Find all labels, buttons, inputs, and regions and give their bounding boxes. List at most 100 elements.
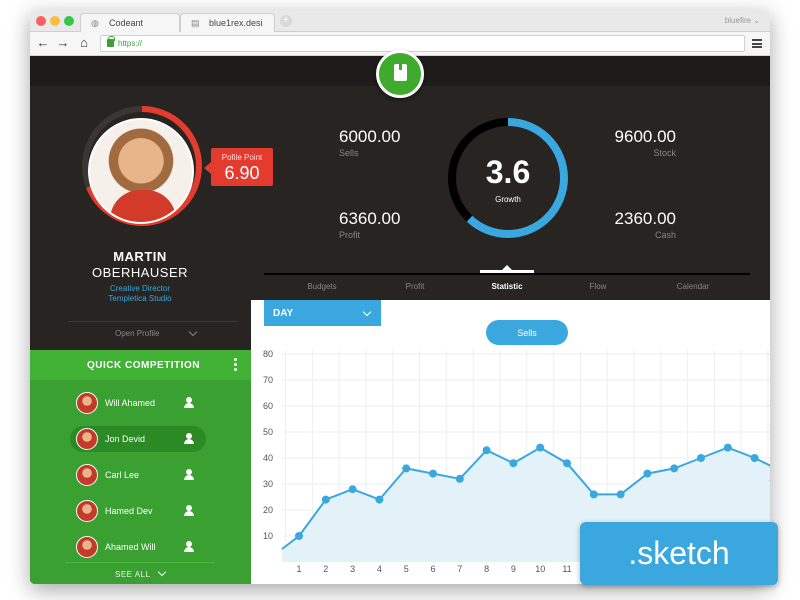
see-all-label: SEE ALL	[115, 570, 151, 579]
period-dropdown[interactable]: DAY	[264, 300, 381, 326]
data-point	[348, 485, 357, 494]
data-point	[616, 490, 625, 499]
dashboard-app: Pofile Point 6.90 MARTIN OBERHAUSER Crea…	[30, 50, 770, 584]
open-profile-button[interactable]: Open Profile	[68, 321, 238, 341]
quick-competition-panel: QUICK COMPETITION Will Ahamed Jon Devid …	[30, 350, 251, 584]
lock-icon	[107, 36, 115, 47]
competitor-item[interactable]: Carl Lee	[70, 462, 206, 488]
profile-studio[interactable]: Templetica Studio	[70, 294, 210, 303]
url-input[interactable]: https://	[100, 35, 745, 52]
document-icon	[394, 64, 407, 81]
growth-value: 3.6	[485, 154, 531, 190]
cash-label: Cash	[654, 230, 676, 240]
sells-series-button[interactable]: Sells	[486, 320, 568, 345]
home-icon[interactable]: ⌂	[77, 36, 91, 50]
active-tab-caret	[501, 265, 513, 271]
browser-profile[interactable]: bluefire ⌄	[725, 16, 760, 25]
see-all-button[interactable]: SEE ALL	[65, 562, 215, 584]
y-tick-label: 80	[263, 349, 273, 359]
minimize-window-button[interactable]	[50, 16, 60, 26]
stock-value: 9600.00	[614, 127, 676, 146]
x-tick-label: 7	[457, 564, 462, 574]
user-icon[interactable]	[184, 505, 194, 516]
user-icon[interactable]	[184, 469, 194, 480]
x-tick-label: 1	[296, 564, 301, 574]
open-profile-label: Open Profile	[115, 329, 160, 338]
chevron-down-icon	[362, 307, 372, 317]
avatar	[76, 428, 98, 450]
x-tick-label: 5	[404, 564, 409, 574]
period-dropdown-value: DAY	[273, 308, 294, 319]
y-tick-label: 40	[263, 453, 273, 463]
back-arrow-icon[interactable]: ←	[36, 36, 50, 50]
data-point	[723, 443, 732, 452]
data-point	[643, 469, 652, 478]
competitor-item[interactable]: Will Ahamed	[70, 390, 206, 416]
data-point	[402, 464, 411, 473]
more-options-icon[interactable]	[234, 358, 237, 372]
data-point	[455, 474, 464, 483]
close-window-button[interactable]	[36, 16, 46, 26]
competitor-name: Carl Lee	[105, 470, 140, 480]
x-tick-label: 6	[430, 564, 435, 574]
browser-window: ◍ Codeant ▤ blue1rex.desi + bluefire ⌄ ←…	[30, 10, 770, 584]
user-icon[interactable]	[184, 397, 194, 408]
data-point	[375, 495, 384, 504]
data-point	[750, 454, 759, 462]
data-point	[589, 490, 598, 499]
browser-tab-2[interactable]: ▤ blue1rex.desi	[180, 13, 275, 32]
user-icon[interactable]	[184, 433, 194, 444]
y-tick-label: 10	[263, 531, 273, 541]
data-point	[482, 446, 491, 455]
competitor-name: Will Ahamed	[105, 398, 156, 408]
browser-tab-bar: ◍ Codeant ▤ blue1rex.desi + bluefire ⌄	[30, 10, 770, 32]
avatar	[76, 464, 98, 486]
browser-tab-title: Codeant	[109, 18, 144, 28]
document-action-button[interactable]	[376, 50, 424, 98]
avatar	[76, 500, 98, 522]
sells-value: 6000.00	[339, 127, 401, 146]
profile-point-value: 6.90	[224, 163, 260, 183]
data-point	[509, 459, 518, 468]
profile-point-badge: Pofile Point 6.90	[204, 148, 273, 186]
data-point	[670, 464, 679, 473]
competitor-item[interactable]: Hamed Dev	[70, 498, 206, 524]
tab-budgets[interactable]: Budgets	[282, 282, 362, 291]
chevron-down-icon	[188, 327, 198, 337]
profile-point-label: Pofile Point	[221, 153, 263, 162]
user-icon[interactable]	[184, 541, 194, 552]
profile-last-name: OBERHAUSER	[91, 265, 189, 280]
y-tick-label: 30	[263, 479, 273, 489]
profile-role[interactable]: Creative Director	[70, 284, 210, 293]
quick-competition-title: QUICK COMPETITION	[87, 360, 200, 371]
y-tick-label: 70	[263, 375, 273, 385]
competitor-item[interactable]: Ahamed Will	[70, 534, 206, 560]
tab-calendar[interactable]: Calendar	[653, 282, 733, 291]
cash-value: 2360.00	[614, 209, 676, 228]
profile-first-name: MARTIN	[113, 249, 167, 264]
profit-value: 6360.00	[339, 209, 401, 228]
browser-tab-title: blue1rex.desi	[209, 18, 263, 28]
hamburger-menu-icon[interactable]	[752, 39, 762, 48]
data-point	[697, 454, 705, 462]
forward-arrow-icon[interactable]: →	[56, 36, 70, 50]
competitor-name: Jon Devid	[105, 434, 146, 444]
maximize-window-button[interactable]	[64, 16, 74, 26]
globe-icon: ◍	[91, 18, 99, 28]
avatar	[76, 536, 98, 558]
browser-tab-1[interactable]: ◍ Codeant	[80, 13, 180, 32]
tab-profit[interactable]: Profit	[375, 282, 455, 291]
y-tick-label: 50	[263, 427, 273, 437]
sketch-badge: .sketch	[580, 522, 778, 585]
x-tick-label: 2	[323, 564, 328, 574]
x-tick-label: 9	[511, 564, 516, 574]
data-point	[536, 443, 545, 452]
tab-flow[interactable]: Flow	[558, 282, 638, 291]
x-tick-label: 11	[562, 564, 571, 574]
competitor-item[interactable]: Jon Devid	[70, 426, 206, 452]
sells-label: Sells	[339, 148, 359, 158]
new-tab-button[interactable]: +	[280, 15, 292, 27]
x-tick-label: 3	[350, 564, 355, 574]
tab-statistic[interactable]: Statistic	[467, 282, 547, 291]
data-point	[563, 459, 571, 468]
